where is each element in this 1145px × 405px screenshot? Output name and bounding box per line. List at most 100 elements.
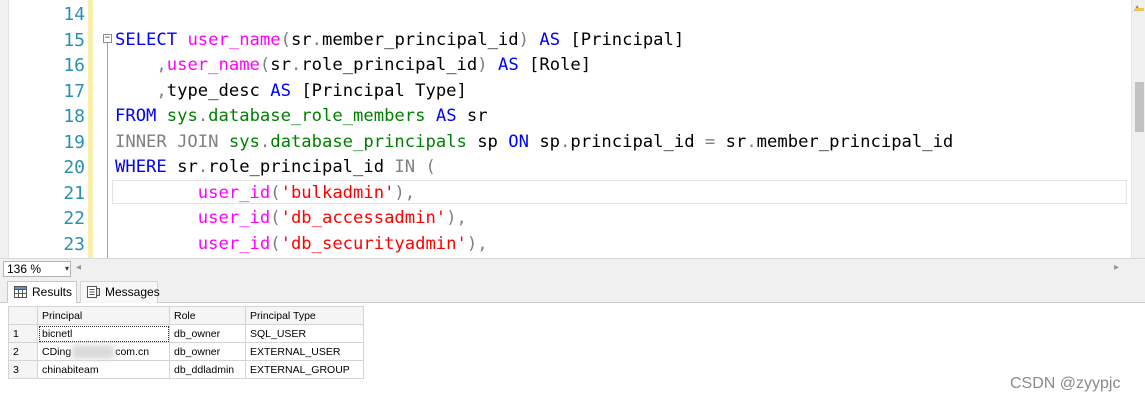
code-token: . xyxy=(197,157,209,177)
column-header-principal[interactable]: Principal xyxy=(37,306,170,325)
code-line[interactable]: user_id('db_accessadmin'), xyxy=(115,206,467,232)
code-token: principal_id xyxy=(570,131,705,152)
principal-prefix: CDing xyxy=(42,345,72,358)
editor-vertical-scrollbar[interactable]: ▲ xyxy=(1131,0,1145,258)
row-number[interactable]: 1 xyxy=(8,324,38,343)
code-token: sys xyxy=(166,106,198,126)
code-token: sys xyxy=(228,131,260,152)
code-token: user_id xyxy=(197,233,271,254)
scrollbar-thumb[interactable] xyxy=(1135,82,1144,132)
grid-corner-cell[interactable] xyxy=(8,306,38,325)
cell-role[interactable]: db_owner xyxy=(169,324,246,343)
tab-results-label: Results xyxy=(32,285,73,299)
code-token: [Role] xyxy=(518,55,592,75)
change-tracking-bar xyxy=(88,0,93,258)
chevron-down-icon[interactable]: ▾ xyxy=(65,262,69,276)
code-token: sp xyxy=(466,131,509,152)
code-token: ( xyxy=(425,157,436,177)
cell-principal-type[interactable]: SQL_USER xyxy=(245,324,364,343)
code-token: FROM xyxy=(115,106,157,126)
code-token: , xyxy=(156,55,167,75)
principal-suffix: com.cn xyxy=(115,345,150,358)
code-token: sr xyxy=(270,55,291,75)
code-line[interactable]: INNER JOIN sys.database_principals sp ON… xyxy=(115,130,953,156)
column-header-principal-type[interactable]: Principal Type xyxy=(245,306,364,325)
cell-principal-type[interactable]: EXTERNAL_GROUP xyxy=(245,360,364,379)
line-number: 21 xyxy=(63,182,85,204)
results-grid[interactable]: Principal Role Principal Type 1 bicnetl … xyxy=(8,306,364,379)
line-number: 16 xyxy=(63,55,85,76)
code-token: = xyxy=(704,131,716,152)
code-token: AS xyxy=(539,29,561,50)
tab-results[interactable]: Results xyxy=(7,281,77,303)
code-token: IN xyxy=(394,157,416,177)
code-token: , xyxy=(156,80,167,101)
code-line[interactable]: WHERE sr.role_principal_id IN ( xyxy=(115,155,436,181)
code-token: [Principal] xyxy=(560,29,685,50)
table-row[interactable]: 2 CDing com.cn db_owner EXTERNAL_USER xyxy=(8,342,364,361)
code-token: sr xyxy=(715,131,747,152)
scroll-right-icon[interactable]: ▸ xyxy=(1114,262,1119,273)
cell-role[interactable]: db_owner xyxy=(169,342,246,361)
code-line[interactable]: user_id('db_securityadmin'), xyxy=(115,232,488,258)
cell-role[interactable]: db_ddladmin xyxy=(169,360,246,379)
code-token: member_principal_id xyxy=(322,29,519,50)
code-token: ( xyxy=(270,233,281,254)
cell-principal[interactable]: CDing com.cn xyxy=(37,342,170,361)
code-token: sp xyxy=(528,131,561,152)
code-token: ( xyxy=(270,182,281,203)
code-token: ( xyxy=(259,55,271,75)
code-token: user_name xyxy=(166,55,260,75)
messages-icon xyxy=(87,286,100,298)
code-token: ) xyxy=(477,55,488,75)
code-token: database_role_members xyxy=(208,106,426,126)
code-token: , xyxy=(456,208,467,228)
tab-messages[interactable]: Messages xyxy=(80,281,160,303)
line-number: 20 xyxy=(63,157,85,178)
row-number[interactable]: 2 xyxy=(8,342,38,361)
code-token: ) xyxy=(466,233,478,254)
cell-principal[interactable]: bicnetl xyxy=(37,324,170,343)
code-token: sr xyxy=(166,157,198,177)
query-editor[interactable]: − 14 15 SELECT user_name(sr.member_princip… xyxy=(0,0,1145,258)
code-token: , xyxy=(477,233,488,254)
outline-guide-line xyxy=(107,34,108,258)
zoom-dropdown[interactable]: 136 % ▾ xyxy=(3,261,71,277)
code-token: AS xyxy=(497,55,519,75)
code-token: user_id xyxy=(197,208,271,228)
line-number: 23 xyxy=(63,233,85,255)
code-token: , xyxy=(404,182,416,203)
code-line[interactable]: ,type_desc AS [Principal Type] xyxy=(115,79,466,105)
cell-principal-type[interactable]: EXTERNAL_USER xyxy=(245,342,364,361)
code-token: ) xyxy=(446,208,457,228)
code-token: user_id xyxy=(197,182,271,203)
code-line[interactable]: user_id('bulkadmin'), xyxy=(115,181,415,207)
code-line[interactable]: FROM sys.database_role_members AS sr xyxy=(115,104,488,130)
collapse-block-icon[interactable]: − xyxy=(103,34,112,43)
column-header-role[interactable]: Role xyxy=(169,306,246,325)
code-token: user_name xyxy=(187,29,281,50)
code-token: 'db_securityadmin' xyxy=(280,233,467,254)
table-row[interactable]: 3 chinabiteam db_ddladmin EXTERNAL_GROUP xyxy=(8,360,364,379)
table-row[interactable]: 1 bicnetl db_owner SQL_USER xyxy=(8,324,364,343)
code-token: ) xyxy=(518,29,529,50)
grid-header-row: Principal Role Principal Type xyxy=(8,306,364,325)
code-line[interactable]: ,user_name(sr.role_principal_id) AS [Rol… xyxy=(115,53,591,79)
scroll-left-icon[interactable]: ◂ xyxy=(76,262,81,273)
code-line[interactable]: SELECT user_name(sr.member_principal_id)… xyxy=(115,28,684,54)
cell-principal[interactable]: chinabiteam xyxy=(37,360,170,379)
code-token: sr xyxy=(456,106,488,126)
code-token: ) xyxy=(394,182,405,203)
row-number[interactable]: 3 xyxy=(8,360,38,379)
